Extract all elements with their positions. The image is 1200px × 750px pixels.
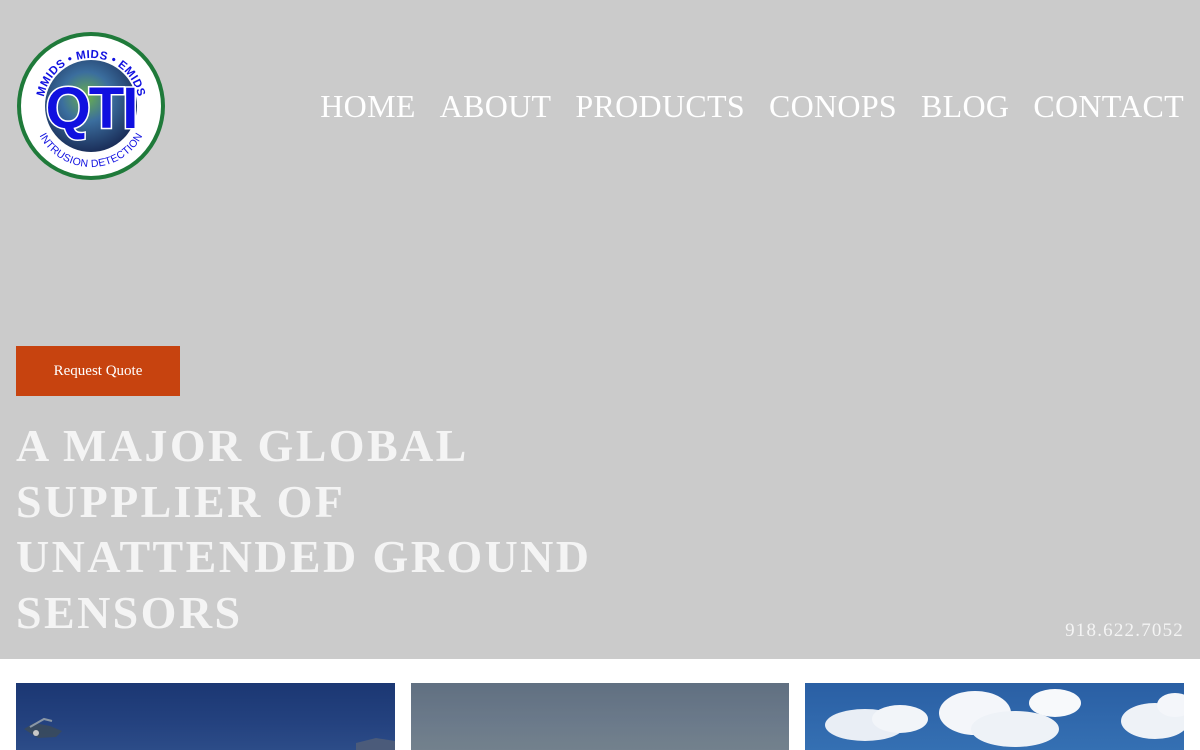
nav-blog[interactable]: BLOG — [921, 86, 1009, 126]
qti-logo[interactable]: MMIDS • MIDS • EMIDS INTRUSION DETECTION… — [16, 31, 166, 181]
nav-products[interactable]: PRODUCTS — [575, 86, 745, 126]
feature-card-3[interactable] — [805, 683, 1184, 750]
landscape-image — [411, 683, 789, 750]
nav-conops[interactable]: CONOPS — [769, 86, 897, 126]
feature-cards — [16, 683, 1184, 750]
feature-card-2[interactable] — [411, 683, 789, 750]
feature-card-1[interactable] — [16, 683, 395, 750]
nav-home[interactable]: HOME — [320, 86, 415, 126]
svg-text:QTI: QTI — [46, 76, 137, 141]
nav-contact[interactable]: CONTACT — [1033, 86, 1184, 126]
main-nav: HOME ABOUT PRODUCTS CONOPS BLOG CONTACT — [320, 86, 1184, 126]
nav-about[interactable]: ABOUT — [440, 86, 552, 126]
hero-section: MMIDS • MIDS • EMIDS INTRUSION DETECTION… — [0, 0, 1200, 659]
sensor-device-image — [24, 717, 395, 750]
sky-clouds-image — [825, 689, 1184, 747]
logo-badge-icon: MMIDS • MIDS • EMIDS INTRUSION DETECTION… — [17, 32, 165, 180]
hero-headline: A MAJOR GLOBAL SUPPLIER OF UNATTENDED GR… — [16, 420, 592, 638]
phone-number[interactable]: 918.622.7052 — [1065, 620, 1184, 642]
request-quote-button[interactable]: Request Quote — [16, 346, 180, 396]
